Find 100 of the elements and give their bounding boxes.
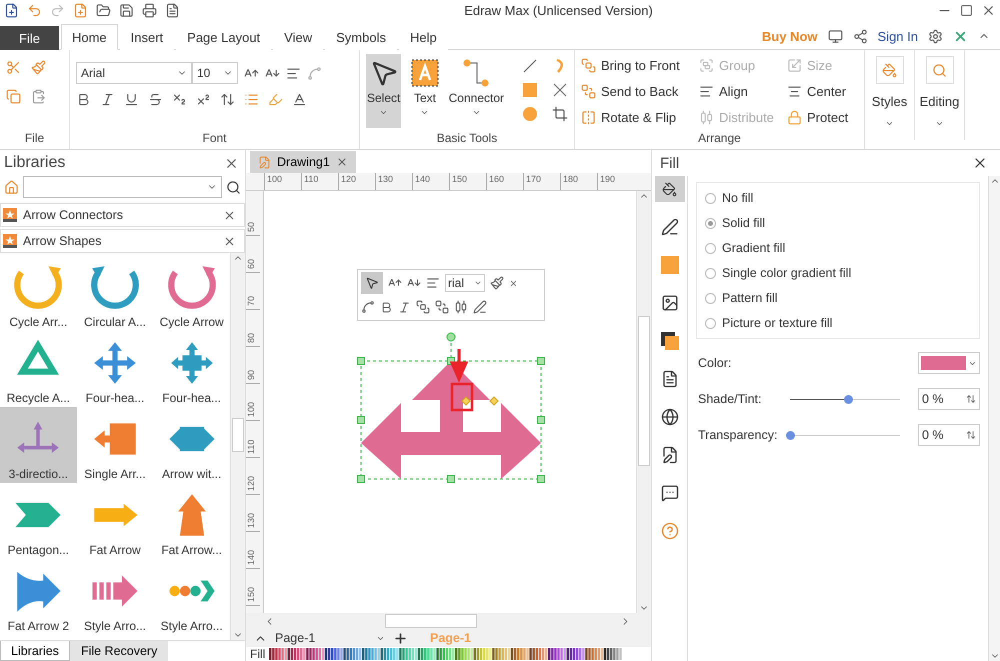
shape-item[interactable]: Fat Arrow — [76, 483, 154, 559]
fill-option[interactable]: Pattern fill — [705, 289, 971, 307]
shape-item[interactable]: Four-hea... — [76, 331, 154, 407]
home-icon[interactable] — [4, 180, 19, 194]
page-selector[interactable]: Page-1 — [275, 631, 385, 645]
line-style-icon[interactable] — [473, 300, 487, 314]
save-icon[interactable] — [119, 2, 134, 18]
arrange-button[interactable]: Align — [699, 80, 787, 102]
font-field[interactable]: rial — [445, 274, 485, 292]
scrollbar[interactable] — [230, 253, 245, 640]
font-color-icon[interactable] — [292, 92, 307, 107]
fill-option[interactable]: Picture or texture fill — [705, 314, 971, 332]
copy-icon[interactable] — [6, 89, 21, 104]
arrange-button[interactable]: Bring to Front — [581, 54, 699, 76]
align-text-icon[interactable] — [286, 66, 301, 80]
ribbon-button[interactable]: Editing — [915, 50, 965, 140]
spin-field[interactable]: 0 % — [918, 388, 980, 410]
sign-in-link[interactable]: Sign In — [878, 28, 918, 44]
font-size-field[interactable]: 10 — [192, 62, 238, 84]
italic-icon[interactable] — [100, 92, 115, 107]
shape-item[interactable]: Style Arro... — [76, 559, 154, 635]
strikethrough-icon[interactable] — [148, 92, 163, 107]
arrange-button[interactable]: Protect — [787, 106, 867, 129]
undo-icon[interactable] — [27, 2, 42, 18]
bullet-list-icon[interactable] — [244, 92, 259, 107]
select-tool-button[interactable] — [361, 272, 383, 294]
search-field[interactable] — [23, 176, 222, 198]
maximize-icon[interactable] — [960, 4, 973, 16]
subscript-icon[interactable] — [172, 92, 187, 107]
new-file-icon[interactable] — [73, 2, 88, 18]
spin-field[interactable]: 0 % — [918, 424, 980, 446]
menu-tab[interactable]: File — [0, 26, 59, 50]
fill-option[interactable]: Single color gradient fill — [705, 264, 971, 282]
scrollbar[interactable] — [636, 191, 651, 613]
document-tab[interactable]: Drawing1 — [250, 151, 356, 173]
scrollbar-thumb[interactable] — [232, 418, 244, 452]
panel-tab[interactable]: Libraries — [0, 641, 70, 661]
brush-icon[interactable] — [490, 276, 504, 290]
shape-item[interactable]: Arrow wit... — [153, 407, 230, 483]
shape-item[interactable]: Fat Arrow 2 — [0, 559, 77, 635]
close-icon[interactable] — [509, 278, 518, 288]
superscript-icon[interactable] — [196, 92, 211, 107]
scrollbar-thumb[interactable] — [385, 614, 477, 628]
font-field[interactable]: Arial — [76, 62, 192, 84]
shape-item[interactable]: Pentagon... — [0, 483, 77, 559]
print-icon[interactable] — [142, 2, 157, 18]
shape-item[interactable]: Four-hea... — [153, 331, 230, 407]
slider-thumb[interactable] — [844, 394, 854, 404]
shape-item[interactable]: Fat Arrow... — [153, 483, 230, 559]
arrange-button[interactable]: Center — [787, 80, 867, 102]
scissors-icon[interactable] — [6, 60, 21, 75]
send-to-back-icon[interactable] — [435, 300, 449, 314]
shape-item[interactable]: 3-directio... — [0, 407, 77, 483]
paste-icon[interactable] — [31, 89, 46, 104]
shape-item[interactable]: Single Arr... — [76, 407, 154, 483]
line-icon[interactable] — [522, 58, 538, 74]
shape-item[interactable]: Recycle A... — [0, 331, 77, 407]
panel-tab[interactable]: File Recovery — [70, 641, 168, 661]
italic-icon[interactable] — [398, 300, 411, 314]
open-folder-icon[interactable] — [96, 2, 111, 18]
radio-button[interactable] — [705, 242, 716, 254]
slider-thumb[interactable] — [786, 430, 795, 440]
radio-button[interactable] — [705, 218, 716, 228]
align-text-icon[interactable] — [426, 276, 440, 290]
underline-icon[interactable] — [124, 92, 139, 107]
three-way-arrow-shape[interactable] — [355, 331, 547, 483]
add-page-icon[interactable] — [393, 630, 408, 646]
fill-option[interactable]: No fill — [705, 189, 971, 207]
close-icon[interactable] — [223, 234, 236, 248]
ribbon-button[interactable]: Styles — [865, 50, 915, 140]
tool-button[interactable]: Select — [366, 54, 402, 128]
scrollbar-thumb[interactable] — [638, 316, 650, 466]
shape-item[interactable]: Style Arro... — [153, 559, 230, 635]
shape-item[interactable]: Cycle Arrow — [153, 255, 230, 331]
cross-icon[interactable] — [552, 82, 568, 98]
document-icon[interactable] — [165, 2, 180, 18]
shape-item[interactable]: Circular A... — [76, 255, 154, 331]
connector-icon[interactable] — [361, 300, 375, 314]
crop-icon[interactable] — [552, 106, 568, 122]
color-picker[interactable] — [918, 352, 980, 374]
library-header[interactable]: Arrow Shapes — [0, 229, 245, 253]
arrange-button[interactable]: Rotate & Flip — [581, 106, 699, 129]
arrange-button[interactable]: Send to Back — [581, 80, 699, 102]
menu-tab[interactable]: Home — [60, 24, 118, 50]
settings-icon[interactable] — [928, 28, 943, 44]
shape-item[interactable]: Cycle Arr... — [0, 255, 77, 331]
bold-icon[interactable] — [380, 300, 393, 314]
radio-button[interactable] — [705, 192, 716, 204]
fill-option[interactable]: Solid fill — [705, 214, 971, 232]
radio-button[interactable] — [705, 292, 716, 304]
fill-option[interactable]: Gradient fill — [705, 239, 971, 257]
line-spacing-icon[interactable] — [220, 92, 235, 107]
search-icon[interactable] — [226, 180, 241, 194]
radio-button[interactable] — [705, 318, 716, 328]
tool-button[interactable]: Text — [407, 54, 443, 128]
library-header[interactable]: Arrow Connectors — [0, 203, 245, 227]
fill-tab[interactable] — [654, 176, 684, 202]
bold-icon[interactable] — [76, 92, 91, 107]
distribute-icon[interactable] — [454, 300, 468, 314]
bring-to-front-icon[interactable] — [416, 300, 430, 314]
